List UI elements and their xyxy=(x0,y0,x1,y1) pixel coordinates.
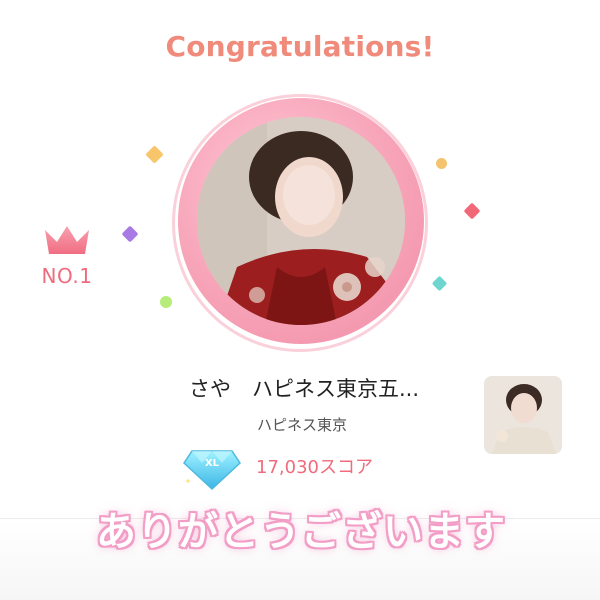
rank-badge: NO.1 xyxy=(34,222,100,288)
thanks-sticker-text: ありがとうございます xyxy=(96,509,506,555)
page-title: Congratulations! xyxy=(165,30,435,63)
thumbnail-photo xyxy=(484,376,562,454)
sparkle-icon xyxy=(463,202,481,220)
rank-label: NO.1 xyxy=(41,264,93,288)
avatar[interactable] xyxy=(197,117,405,325)
avatar-photo xyxy=(197,117,405,325)
svg-text:XL: XL xyxy=(205,458,220,469)
sparkle-icon xyxy=(436,158,447,169)
profile-thumbnail[interactable] xyxy=(484,376,562,454)
diamond-icon: XL xyxy=(183,447,241,491)
score-row: XL 17,030スコア xyxy=(182,440,373,492)
sparkle-icon xyxy=(121,225,139,243)
ranking-congrats-screen: Congratulations! NO.1 さや ハピネス東京五... ハピネス… xyxy=(0,0,600,600)
sparkle-icon xyxy=(431,275,448,292)
score-value: 17,030スコア xyxy=(256,457,373,478)
sparkle-icon xyxy=(160,296,172,308)
sparkle-icon xyxy=(145,145,164,164)
crown-icon xyxy=(45,226,89,254)
